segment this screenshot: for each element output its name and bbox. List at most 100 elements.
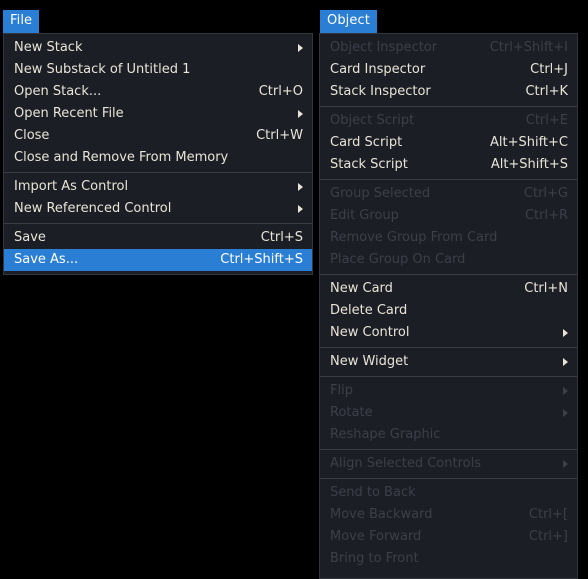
- menu-item-new-stack[interactable]: New Stack: [4, 37, 312, 59]
- menu-item-place-group-on-card: Place Group On Card: [320, 249, 577, 271]
- menu-item-label: New Control: [330, 325, 410, 340]
- menu-item-label: Stack Script: [330, 157, 408, 172]
- menu-item-label: Delete Card: [330, 303, 408, 318]
- menu-item-label: Object Inspector: [330, 40, 438, 55]
- submenu-arrow-icon: [563, 387, 568, 395]
- menu-separator: [320, 376, 577, 377]
- menu-item-shortcut: Ctrl+K: [525, 84, 568, 99]
- menu-item-shortcut: Ctrl+W: [256, 128, 303, 143]
- menu-item-label: Open Recent File: [14, 106, 124, 121]
- menu-separator: [4, 172, 312, 173]
- menu-item-remove-group-from-card: Remove Group From Card: [320, 227, 577, 249]
- menu-item-stack-inspector[interactable]: Stack Inspector Ctrl+K: [320, 81, 577, 103]
- menu-separator: [320, 179, 577, 180]
- menu-item-shortcut: Ctrl+O: [258, 84, 303, 99]
- menu-item-label: Place Group On Card: [330, 252, 466, 267]
- menu-separator: [320, 478, 577, 479]
- menu-item-open-recent-file[interactable]: Open Recent File: [4, 103, 312, 125]
- menu-item-align-selected-controls: Align Selected Controls: [320, 453, 577, 475]
- menu-item-label: New Referenced Control: [14, 201, 172, 216]
- menu-item-label: Rotate: [330, 405, 373, 420]
- menu-item-move-forward: Move Forward Ctrl+]: [320, 526, 577, 548]
- menu-item-shortcut: Ctrl+Shift+S: [220, 252, 303, 267]
- menu-item-edit-group: Edit Group Ctrl+R: [320, 205, 577, 227]
- menu-item-shortcut: Ctrl+R: [524, 208, 568, 223]
- menu-item-shortcut: Ctrl+[: [528, 507, 568, 522]
- menu-item-shortcut: Ctrl+N: [524, 281, 568, 296]
- menu-item-bring-to-front: Bring to Front: [320, 548, 577, 570]
- menu-item-object-script: Object Script Ctrl+E: [320, 110, 577, 132]
- menu-item-label: Stack Inspector: [330, 84, 431, 99]
- menu-item-group-selected: Group Selected Ctrl+G: [320, 183, 577, 205]
- menu-item-new-card[interactable]: New Card Ctrl+N: [320, 278, 577, 300]
- menu-separator: [320, 449, 577, 450]
- submenu-arrow-icon: [298, 44, 303, 52]
- submenu-arrow-icon: [298, 110, 303, 118]
- menu-item-label: New Widget: [330, 354, 409, 369]
- menu-item-label: New Substack of Untitled 1: [14, 62, 191, 77]
- menu-item-label: Bring to Front: [330, 551, 419, 566]
- menu-item-close[interactable]: Close Ctrl+W: [4, 125, 312, 147]
- menu-item-stack-script[interactable]: Stack Script Alt+Shift+S: [320, 154, 577, 176]
- menu-separator: [4, 223, 312, 224]
- menu-item-label: Card Script: [330, 135, 403, 150]
- file-dropdown-menu: New Stack New Substack of Untitled 1 Open …: [3, 33, 313, 275]
- menu-item-shortcut: Ctrl+S: [260, 230, 303, 245]
- menu-item-label: Object Script: [330, 113, 415, 128]
- menu-separator: [320, 106, 577, 107]
- menu-item-label: Open Stack...: [14, 84, 102, 99]
- menu-item-label: Move Forward: [330, 529, 422, 544]
- menu-item-shortcut: Ctrl+Shift+I: [489, 40, 568, 55]
- menu-separator: [320, 274, 577, 275]
- menu-item-label: Card Inspector: [330, 62, 426, 77]
- menu-item-new-control[interactable]: New Control: [320, 322, 577, 344]
- menu-item-label: Move Backward: [330, 507, 433, 522]
- menu-item-label: Send to Back: [330, 485, 416, 500]
- menu-item-new-referenced-control[interactable]: New Referenced Control: [4, 198, 312, 220]
- menu-item-label: Remove Group From Card: [330, 230, 498, 245]
- menu-item-label: Close and Remove From Memory: [14, 150, 229, 165]
- menu-item-label: Reshape Graphic: [330, 427, 441, 442]
- menu-item-label: Group Selected: [330, 186, 431, 201]
- menu-item-shortcut: Ctrl+J: [530, 62, 568, 77]
- menu-item-object-inspector: Object Inspector Ctrl+Shift+I: [320, 37, 577, 59]
- menu-item-label: Edit Group: [330, 208, 399, 223]
- menu-item-import-as-control[interactable]: Import As Control: [4, 176, 312, 198]
- menu-item-card-script[interactable]: Card Script Alt+Shift+C: [320, 132, 577, 154]
- menu-item-new-substack-of-untitled-1[interactable]: New Substack of Untitled 1: [4, 59, 312, 81]
- menu-item-label: Import As Control: [14, 179, 129, 194]
- menu-item-send-to-back: Send to Back: [320, 482, 577, 504]
- menu-item-label: Save: [14, 230, 46, 245]
- menu-item-save-as[interactable]: Save As... Ctrl+Shift+S: [4, 249, 312, 271]
- menu-item-label: Save As...: [14, 252, 79, 267]
- menu-item-shortcut: Ctrl+G: [523, 186, 568, 201]
- menu-item-save[interactable]: Save Ctrl+S: [4, 227, 312, 249]
- menubar-tab-object[interactable]: Object: [320, 10, 377, 33]
- submenu-arrow-icon: [563, 329, 568, 337]
- object-dropdown-menu: Object Inspector Ctrl+Shift+I Card Inspect…: [319, 33, 578, 579]
- menu-item-flip: Flip: [320, 380, 577, 402]
- menu-item-delete-card[interactable]: Delete Card: [320, 300, 577, 322]
- menu-item-new-widget[interactable]: New Widget: [320, 351, 577, 373]
- menu-item-label: New Stack: [14, 40, 83, 55]
- menu-item-shortcut: Alt+Shift+S: [490, 157, 568, 172]
- menu-item-shortcut: Ctrl+]: [528, 529, 568, 544]
- menubar-tab-file[interactable]: File: [3, 10, 40, 33]
- menu-item-shortcut: Alt+Shift+C: [489, 135, 568, 150]
- submenu-arrow-icon: [563, 409, 568, 417]
- menu-item-close-and-remove-from-memory[interactable]: Close and Remove From Memory: [4, 147, 312, 169]
- menu-item-label: Close: [14, 128, 50, 143]
- menu-item-open-stack[interactable]: Open Stack... Ctrl+O: [4, 81, 312, 103]
- submenu-arrow-icon: [563, 460, 568, 468]
- menu-item-label: New Card: [330, 281, 393, 296]
- menu-item-reshape-graphic: Reshape Graphic: [320, 424, 577, 446]
- submenu-arrow-icon: [298, 205, 303, 213]
- menu-item-card-inspector[interactable]: Card Inspector Ctrl+J: [320, 59, 577, 81]
- menu-item-label: Flip: [330, 383, 353, 398]
- submenu-arrow-icon: [563, 358, 568, 366]
- menu-item-move-backward: Move Backward Ctrl+[: [320, 504, 577, 526]
- menu-item-shortcut: Ctrl+E: [525, 113, 568, 128]
- menu-item-rotate: Rotate: [320, 402, 577, 424]
- menu-item-label: Align Selected Controls: [330, 456, 481, 471]
- submenu-arrow-icon: [298, 183, 303, 191]
